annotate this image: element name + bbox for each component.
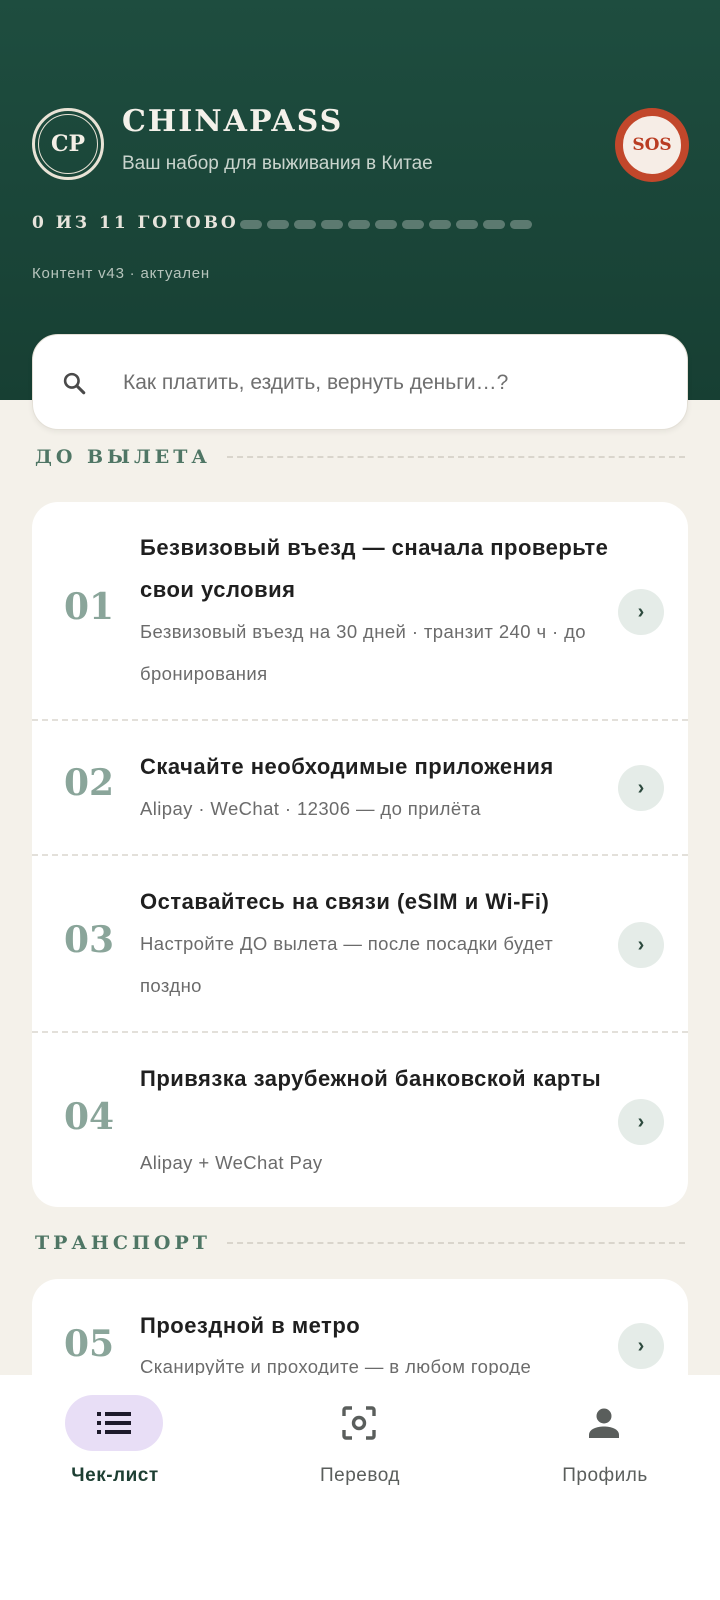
progress-segment — [483, 220, 505, 229]
chevron-right-icon[interactable]: › — [618, 922, 664, 968]
progress-bar — [240, 220, 532, 229]
app-logo: CP — [32, 108, 104, 180]
item-description: Настройте ДО вылета — после посадки буде… — [140, 933, 554, 996]
item-number: 04 — [64, 1096, 115, 1138]
section-title: ДО ВЫЛЕТА — [35, 446, 211, 468]
progress-segment — [294, 220, 316, 229]
item-number: 01 — [64, 586, 115, 628]
checklist-item-03[interactable]: 03 Оставайтесь на связи (eSIM и Wi-Fi) Н… — [32, 856, 688, 1031]
sos-label: SOS — [621, 114, 683, 176]
progress-segment — [348, 220, 370, 229]
search-bar[interactable] — [32, 334, 688, 431]
progress-segment — [321, 220, 343, 229]
camera-scan-icon — [342, 1406, 376, 1440]
nav-tab-translate[interactable]: Перевод — [270, 1395, 450, 1505]
item-title: Безвизовый въезд — сначала проверьте сво… — [140, 535, 609, 602]
section-divider — [226, 456, 685, 458]
chevron-right-icon[interactable]: › — [618, 1099, 664, 1145]
content-version: Контент v43 · актуален — [32, 265, 211, 282]
checklist-icon — [97, 1412, 131, 1434]
nav-icon-container — [555, 1395, 653, 1451]
progress-segment — [429, 220, 451, 229]
item-number: 05 — [64, 1323, 115, 1365]
nav-label: Перевод — [320, 1465, 400, 1486]
person-icon — [589, 1408, 619, 1438]
section-header-transport: ТРАНСПОРТ — [35, 1232, 685, 1254]
progress-segment — [267, 220, 289, 229]
app-subtitle: Ваш набор для выживания в Китае — [122, 153, 433, 174]
item-title: Проездной в метро — [140, 1313, 361, 1338]
progress-segment — [402, 220, 424, 229]
item-description: Alipay · WeChat · 12306 — до прилёта — [140, 798, 481, 819]
progress-segment — [456, 220, 478, 229]
nav-tab-profile[interactable]: Профиль — [515, 1395, 695, 1505]
app-title: CHINAPASS — [122, 104, 344, 139]
chevron-right-icon[interactable]: › — [618, 765, 664, 811]
nav-icon-container — [310, 1395, 408, 1451]
search-icon — [63, 372, 86, 395]
item-title: Оставайтесь на связи (eSIM и Wi-Fi) — [140, 889, 550, 914]
progress-label: 0 ИЗ 11 ГОТОВО — [32, 213, 239, 233]
nav-label: Чек-лист — [71, 1465, 159, 1486]
checklist-item-04[interactable]: 04 Привязка зарубежной банковской карты … — [32, 1033, 688, 1207]
section-title: ТРАНСПОРТ — [35, 1232, 211, 1254]
checklist-card-before-departure: 01 Безвизовый въезд — сначала проверьте … — [32, 502, 688, 1207]
checklist-item-01[interactable]: 01 Безвизовый въезд — сначала проверьте … — [32, 502, 688, 719]
section-header-before-departure: ДО ВЫЛЕТА — [35, 446, 685, 468]
item-number: 02 — [64, 762, 115, 804]
sos-button[interactable]: SOS — [615, 108, 689, 182]
item-title: Скачайте необходимые приложения — [140, 754, 554, 779]
item-number: 03 — [64, 919, 115, 961]
nav-label: Профиль — [562, 1465, 648, 1486]
progress-segment — [375, 220, 397, 229]
progress-segment — [240, 220, 262, 229]
chevron-right-icon[interactable]: › — [618, 1323, 664, 1369]
search-input[interactable] — [123, 335, 663, 431]
chevron-right-icon[interactable]: › — [618, 589, 664, 635]
progress-segment — [510, 220, 532, 229]
logo-text: CP — [38, 114, 98, 174]
item-description: Безвизовый въезд на 30 дней · транзит 24… — [140, 621, 587, 684]
item-description: Alipay + WeChat Pay — [140, 1152, 323, 1173]
checklist-item-02[interactable]: 02 Скачайте необходимые приложения Alipa… — [32, 721, 688, 854]
nav-active-indicator — [65, 1395, 163, 1451]
item-title: Привязка зарубежной банковской карты — [140, 1066, 602, 1091]
nav-tab-checklist[interactable]: Чек-лист — [25, 1395, 205, 1505]
bottom-navigation: Чек-лист Перевод Профиль — [0, 1375, 720, 1600]
section-divider — [226, 1242, 685, 1244]
